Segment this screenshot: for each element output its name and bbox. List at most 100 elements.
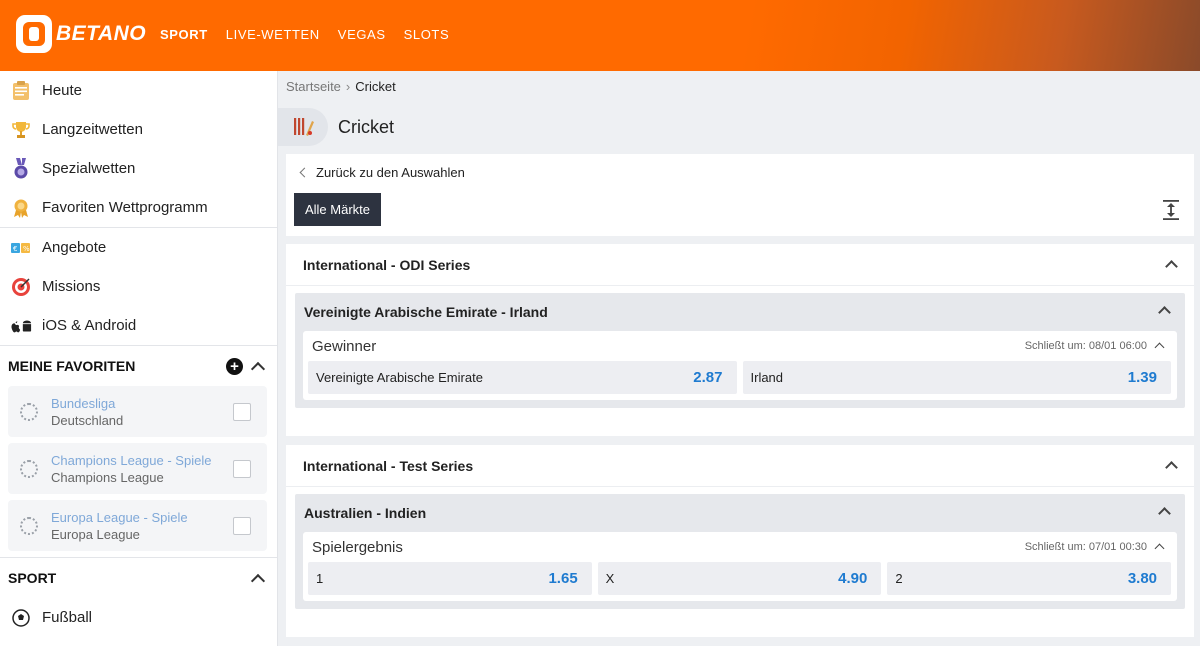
odds-label: 1 <box>316 571 324 586</box>
odds-button[interactable]: 1 1.65 <box>308 562 592 595</box>
sidebar-item-favoriten-wettprogramm[interactable]: Favoriten Wettprogramm <box>0 188 277 227</box>
event-header[interactable]: Vereinigte Arabische Emirate - Irland <box>295 293 1185 331</box>
market-close-time: Schließt um: 07/01 00:30 <box>1024 541 1147 553</box>
favorite-checkbox[interactable] <box>233 517 251 535</box>
sidebar-item-label: Fußball <box>42 609 93 626</box>
sidebar-item-label: Langzeitwetten <box>42 121 143 138</box>
favorites-title: MEINE FAVORITEN <box>8 358 136 374</box>
chevron-up-icon[interactable] <box>1165 260 1178 273</box>
market-title: Spielergebnis <box>312 538 403 556</box>
sidebar-item-ios-android[interactable]: iOS & Android <box>0 306 277 345</box>
league-header[interactable]: International - ODI Series <box>286 244 1194 286</box>
medal-icon <box>10 157 32 180</box>
favorite-sub: Deutschland <box>51 412 124 428</box>
soccer-ball-icon <box>20 402 38 421</box>
nav-sport[interactable]: SPORT <box>160 27 208 42</box>
cricket-icon <box>278 108 328 146</box>
sidebar-item-label: Heute <box>42 82 83 99</box>
odds-value: 4.90 <box>838 570 868 587</box>
odds-value: 2.87 <box>693 369 723 386</box>
odds-row: 1 1.65 X 4.90 2 3.80 <box>303 562 1177 595</box>
odds-value: 1.39 <box>1127 369 1157 386</box>
breadcrumb-current: Cricket <box>355 79 396 94</box>
nav-vegas[interactable]: VEGAS <box>338 27 386 42</box>
nav-live-wetten[interactable]: LIVE-WETTEN <box>226 27 320 42</box>
breadcrumb-home[interactable]: Startseite <box>286 79 341 94</box>
event-title: Australien - Indien <box>304 505 427 521</box>
offers-icon: €% <box>10 237 32 259</box>
back-link[interactable]: Zurück zu den Auswahlen <box>299 165 465 180</box>
target-icon <box>10 276 32 298</box>
sidebar-item-langzeitwetten[interactable]: Langzeitwetten <box>0 110 277 149</box>
sidebar-item-spezialwetten[interactable]: Spezialwetten <box>0 149 277 188</box>
favorite-sub: Champions League <box>51 469 164 485</box>
sidebar-item-label: Angebote <box>42 239 107 256</box>
page-title: Cricket <box>338 116 395 137</box>
sidebar-item-fussball[interactable]: Fußball <box>0 598 277 637</box>
odds-button[interactable]: 2 3.80 <box>887 562 1172 595</box>
event-box: Australien - Indien Spielergebnis Schlie… <box>295 494 1185 609</box>
sport-title-bar: Cricket <box>278 108 1200 146</box>
sport-section-title: SPORT <box>8 570 57 586</box>
main-nav: SPORT LIVE-WETTEN VEGAS SLOTS <box>160 27 449 42</box>
all-markets-button[interactable]: Alle Märkte <box>294 193 381 226</box>
chevron-up-icon[interactable] <box>250 361 266 376</box>
sidebar-item-label: Missions <box>42 278 101 295</box>
sidebar-item-angebote[interactable]: €% Angebote <box>0 228 277 267</box>
chevron-up-icon[interactable] <box>1158 306 1171 319</box>
breadcrumb: Startseite › Cricket <box>286 79 396 94</box>
chevron-up-icon[interactable] <box>1158 507 1171 520</box>
soccer-ball-icon <box>20 516 38 535</box>
expand-collapse-icon[interactable] <box>1163 200 1179 220</box>
betano-logo[interactable]: BETANO <box>16 15 146 53</box>
top-header: BETANO SPORT LIVE-WETTEN VEGAS SLOTS <box>0 0 1200 71</box>
ribbon-icon <box>10 197 32 219</box>
market-close-time: Schließt um: 08/01 06:00 <box>1024 340 1147 352</box>
favorite-item-champions-league[interactable]: Champions League - Spiele Champions Leag… <box>8 443 267 494</box>
calendar-icon <box>10 80 32 102</box>
odds-value: 1.65 <box>548 570 578 587</box>
sidebar-item-label: Spezialwetten <box>42 160 136 177</box>
market-block: Spielergebnis Schließt um: 07/01 00:30 1… <box>303 532 1177 601</box>
sidebar-item-label: iOS & Android <box>42 317 137 334</box>
sidebar-item-heute[interactable]: Heute <box>0 71 277 110</box>
league-title: International - Test Series <box>303 457 474 474</box>
favorite-name: Champions League - Spiele <box>51 452 212 468</box>
nav-slots[interactable]: SLOTS <box>404 27 450 42</box>
market-block: Gewinner Schließt um: 08/01 06:00 Verein… <box>303 331 1177 400</box>
chevron-left-icon <box>299 167 310 178</box>
add-favorite-icon[interactable]: + <box>226 357 243 375</box>
favorite-sub: Europa League <box>51 526 140 542</box>
trophy-icon <box>10 119 32 141</box>
sidebar-item-label: Favoriten Wettprogramm <box>42 199 208 216</box>
favorite-name: Europa League - Spiele <box>51 509 188 525</box>
apple-android-icon <box>10 315 32 337</box>
odds-label: X <box>605 571 615 586</box>
league-title: International - ODI Series <box>303 256 471 273</box>
event-title: Vereinigte Arabische Emirate - Irland <box>304 304 548 320</box>
event-header[interactable]: Australien - Indien <box>295 494 1185 532</box>
soccer-ball-icon <box>10 607 32 629</box>
favorite-item-bundesliga[interactable]: Bundesliga Deutschland <box>8 386 267 437</box>
odds-button[interactable]: Irland 1.39 <box>742 361 1171 394</box>
favorite-checkbox[interactable] <box>233 460 251 478</box>
chevron-up-icon[interactable] <box>1165 461 1178 474</box>
chevron-up-icon[interactable] <box>250 573 266 588</box>
favorites-header: MEINE FAVORITEN + <box>0 346 277 386</box>
favorite-name: Bundesliga <box>51 395 116 411</box>
odds-row: Vereinigte Arabische Emirate 2.87 Irland… <box>303 361 1177 394</box>
sidebar-item-missions[interactable]: Missions <box>0 267 277 306</box>
league-header[interactable]: International - Test Series <box>286 445 1194 487</box>
back-label: Zurück zu den Auswahlen <box>316 165 465 180</box>
odds-value: 3.80 <box>1127 570 1158 587</box>
favorite-item-europa-league[interactable]: Europa League - Spiele Europa League <box>8 500 267 551</box>
svg-text:%: % <box>23 245 30 253</box>
market-title: Gewinner <box>312 337 377 355</box>
odds-button[interactable]: Vereinigte Arabische Emirate 2.87 <box>308 361 737 394</box>
favorite-checkbox[interactable] <box>233 403 251 421</box>
logo-icon <box>16 15 52 53</box>
odds-label: Irland <box>750 370 784 385</box>
odds-button[interactable]: X 4.90 <box>597 562 882 595</box>
event-box: Vereinigte Arabische Emirate - Irland Ge… <box>295 293 1185 408</box>
svg-text:€: € <box>13 245 17 253</box>
